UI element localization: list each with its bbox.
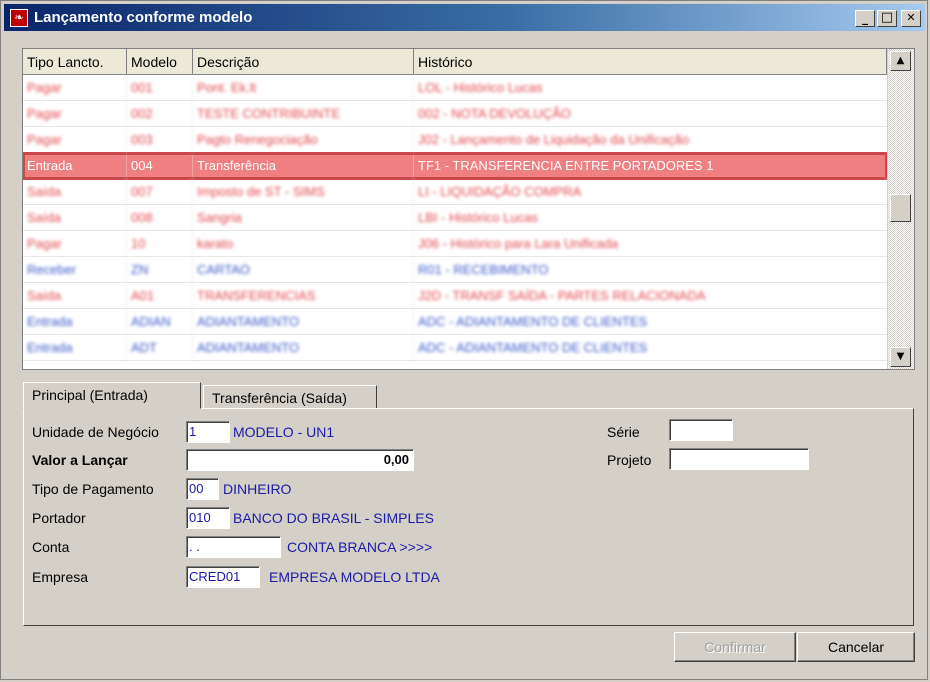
form-panel	[23, 408, 914, 626]
confirmar-button[interactable]: Confirmar	[674, 632, 796, 662]
table-cell-tipo: Saída	[23, 205, 127, 230]
table-row[interactable]: Pagar 10 karato J06 - Histórico para Lara U…	[23, 231, 887, 257]
tipo-pagamento-label: Tipo de Pagamento	[32, 481, 154, 497]
table-cell-historico: 002 - NOTA DEVOLUÇÃO	[414, 101, 887, 126]
tipo-pagamento-field[interactable]: 00	[186, 478, 219, 500]
table-row[interactable]: Entrada ADT ADIANTAMENTO ADC - ADIANTAMENTO…	[23, 335, 887, 361]
table-row[interactable]: Receber ZN CARTAO R01 - RECEBIMENTO	[23, 257, 887, 283]
table-cell-historico: R01 - RECEBIMENTO	[414, 257, 887, 282]
portador-label: Portador	[32, 510, 86, 526]
empresa-field[interactable]: CRED01	[186, 566, 260, 588]
minimize-button[interactable]: _	[855, 10, 875, 27]
table-cell-tipo: Pagar	[23, 231, 127, 256]
table-cell-historico: LOL - Histórico Lucas	[414, 75, 887, 100]
valor-field[interactable]: 0,00	[186, 449, 414, 471]
table-cell-descricao: Pont. Ek.lt	[193, 75, 414, 100]
app-logo-icon: ❧	[10, 9, 28, 27]
table-cell-modelo: 003	[127, 127, 193, 152]
table-cell-descricao: TRANSFERENCIAS	[193, 283, 414, 308]
table-row[interactable]: Pagar 001 Pont. Ek.lt LOL - Histórico Lucas	[23, 75, 887, 101]
column-header-modelo[interactable]: Modelo	[127, 49, 193, 75]
table-cell-descricao: CARTAO	[193, 257, 414, 282]
grid-header: Tipo Lancto. Modelo Descrição Histórico	[23, 49, 887, 75]
scroll-down-icon[interactable]: ▼	[890, 347, 911, 367]
scroll-thumb[interactable]	[890, 194, 911, 222]
table-row[interactable]: Saída 008 Sangria LBI - Histórico Lucas	[23, 205, 887, 231]
table-row[interactable]: Pagar 003 Pagto Renegociação J02 - Lançamen…	[23, 127, 887, 153]
table-cell-historico: LI - LIQUIDAÇÃO COMPRA	[414, 179, 887, 204]
unidade-field[interactable]: 1	[186, 421, 230, 443]
portador-field[interactable]: 010	[186, 507, 230, 529]
table-cell-historico: J06 - Histórico para Lara Unificada	[414, 231, 887, 256]
table-cell-modelo: 001	[127, 75, 193, 100]
close-button[interactable]: ✕	[901, 10, 921, 27]
table-cell-modelo: A01	[127, 283, 193, 308]
table-cell-tipo: Entrada	[23, 309, 127, 334]
column-header-historico[interactable]: Histórico	[414, 49, 887, 75]
table-cell-historico: ADC - ADIANTAMENTO DE CLIENTES	[414, 335, 887, 360]
table-cell-descricao: karato	[193, 231, 414, 256]
table-cell-modelo: 10	[127, 231, 193, 256]
table-cell-tipo: Saída	[23, 283, 127, 308]
unidade-desc: MODELO - UN1	[233, 424, 335, 440]
tab-principal[interactable]: Principal (Entrada)	[23, 382, 201, 409]
table-cell-historico: LBI - Histórico Lucas	[414, 205, 887, 230]
tipo-pagamento-desc: DINHEIRO	[223, 481, 292, 497]
table-cell-descricao: Sangria	[193, 205, 414, 230]
table-row[interactable]: Pagar 002 TESTE CONTRIBUINTE 002 - NOTA DEV…	[23, 101, 887, 127]
table-cell-descricao: ADIANTAMENTO	[193, 309, 414, 334]
table-cell-tipo: Entrada	[23, 335, 127, 360]
table-cell-historico: J02 - Lançamento de Liquidação da Unific…	[414, 127, 887, 152]
table-cell-modelo: ADT	[127, 335, 193, 360]
title-bar: ❧ Lançamento conforme modelo _ □ ✕	[4, 4, 925, 31]
projeto-label: Projeto	[607, 452, 652, 468]
cancelar-button[interactable]: Cancelar	[797, 632, 915, 662]
table-cell-modelo: 004	[127, 153, 193, 178]
serie-field[interactable]	[669, 419, 733, 441]
table-cell-tipo: Pagar	[23, 127, 127, 152]
grid-rows: Pagar 001 Pont. Ek.lt LOL - Histórico Lucas…	[23, 75, 888, 361]
table-cell-descricao: TESTE CONTRIBUINTE	[193, 101, 414, 126]
main-window: ❧ Lançamento conforme modelo _ □ ✕ Tipo …	[0, 0, 928, 680]
table-cell-descricao: Pagto Renegociação	[193, 127, 414, 152]
table-cell-tipo: Pagar	[23, 75, 127, 100]
portador-desc: BANCO DO BRASIL - SIMPLES	[233, 510, 434, 526]
table-row[interactable]: Saída 007 Imposto de ST - SIMS LI - LIQUIDA…	[23, 179, 887, 205]
conta-label: Conta	[32, 539, 70, 555]
table-cell-tipo: Saída	[23, 179, 127, 204]
conta-desc: CONTA BRANCA >>>>	[287, 539, 433, 555]
table-cell-modelo: ZN	[127, 257, 193, 282]
table-cell-descricao: Imposto de ST - SIMS	[193, 179, 414, 204]
valor-label: Valor a Lançar	[32, 452, 128, 468]
maximize-button[interactable]: □	[877, 10, 897, 27]
projeto-field[interactable]	[669, 448, 809, 470]
table-row[interactable]: Saída A01 TRANSFERENCIAS J2D - TRANSF SAÍDA…	[23, 283, 887, 309]
unidade-label: Unidade de Negócio	[32, 424, 159, 440]
table-cell-historico: J2D - TRANSF SAÍDA - PARTES RELACIONADA	[414, 283, 887, 308]
table-row-selected[interactable]: Entrada 004 Transferência TF1 - TRANSFERENC…	[23, 152, 888, 180]
table-cell-modelo: 007	[127, 179, 193, 204]
vertical-scrollbar[interactable]: ▲ ▼	[887, 49, 914, 369]
column-header-descricao[interactable]: Descrição	[193, 49, 414, 75]
table-cell-modelo: ADIAN	[127, 309, 193, 334]
tab-transferencia[interactable]: Transferência (Saída)	[203, 385, 377, 409]
column-header-tipo[interactable]: Tipo Lancto.	[23, 49, 127, 75]
table-cell-tipo: Receber	[23, 257, 127, 282]
table-cell-historico: TF1 - TRANSFERENCIA ENTRE PORTADORES 1	[414, 153, 887, 178]
table-cell-tipo: Entrada	[23, 153, 127, 178]
table-row[interactable]: Entrada ADIAN ADIANTAMENTO ADC - ADIANTAMEN…	[23, 309, 887, 335]
table-cell-modelo: 008	[127, 205, 193, 230]
empresa-desc: EMPRESA MODELO LTDA	[269, 569, 440, 585]
empresa-label: Empresa	[32, 569, 89, 585]
table-cell-descricao: ADIANTAMENTO	[193, 335, 414, 360]
table-cell-historico: ADC - ADIANTAMENTO DE CLIENTES	[414, 309, 887, 334]
conta-field[interactable]: . .	[186, 536, 281, 558]
scroll-up-icon[interactable]: ▲	[890, 51, 911, 71]
table-cell-tipo: Pagar	[23, 101, 127, 126]
models-grid[interactable]: Tipo Lancto. Modelo Descrição Histórico …	[22, 48, 915, 370]
table-cell-modelo: 002	[127, 101, 193, 126]
table-cell-descricao: Transferência	[193, 153, 414, 178]
window-title: Lançamento conforme modelo	[34, 9, 253, 26]
serie-label: Série	[607, 424, 640, 440]
